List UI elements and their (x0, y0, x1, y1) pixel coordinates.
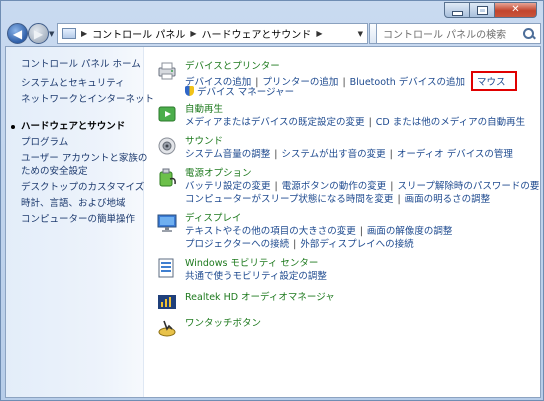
search-input[interactable]: コントロール パネルの検索 (377, 26, 522, 41)
recent-pages-dropdown-icon[interactable]: ▼ (49, 30, 54, 38)
link-separator: | (342, 77, 346, 88)
link-adjust-mobility-settings[interactable]: 共通で使うモビリティ設定の調整 (185, 271, 327, 282)
link-separator: | (293, 239, 297, 250)
power-links-row2: コンピューターがスリープ状態になる時間を変更 | 画面の明るさの調整 (185, 191, 490, 205)
one-touch-button-icon (158, 320, 176, 337)
link-separator: | (397, 194, 401, 205)
link-change-default-media-settings[interactable]: メディアまたはデバイスの既定設定の変更 (185, 117, 365, 128)
link-cd-autoplay[interactable]: CD または他のメディアの自動再生 (376, 117, 525, 128)
power-options-icon (159, 168, 176, 187)
link-separator: | (274, 149, 278, 160)
search-box[interactable]: コントロール パネルの検索 (376, 23, 541, 44)
link-connect-projector[interactable]: プロジェクターへの接続 (185, 239, 289, 250)
nav-desktop-customization[interactable]: デスクトップのカスタマイズ (21, 181, 144, 194)
sound-speaker-icon (158, 137, 176, 155)
mobility-center-title[interactable]: Windows モビリティ センター (185, 255, 318, 269)
nav-clock-language-region[interactable]: 時計、言語、および地域 (21, 197, 141, 210)
autoplay-icon (158, 106, 176, 122)
nav-user-accounts-line1[interactable]: ユーザー アカウントと家族の (21, 152, 147, 165)
display-title[interactable]: ディスプレイ (185, 210, 241, 224)
breadcrumb-separator-icon[interactable]: ▶ (316, 29, 322, 38)
selected-bullet-icon (11, 125, 15, 129)
control-panel-icon (62, 28, 76, 39)
minimize-icon (451, 10, 463, 16)
link-separator: | (368, 117, 372, 128)
devices-links-row2: デバイス マネージャー (185, 84, 294, 98)
one-touch-buttons-title[interactable]: ワンタッチボタン (185, 315, 261, 329)
link-manage-audio-devices[interactable]: オーディオ デバイスの管理 (397, 149, 513, 160)
navigation-bar: ◀ ▶ ▼ ▶ コントロール パネル ▶ ハードウェアとサウンド ▶ ▼ ↻ コ… (5, 22, 541, 46)
maximize-icon (476, 5, 488, 15)
link-change-system-sounds[interactable]: システムが出す音の変更 (281, 149, 385, 160)
autoplay-title[interactable]: 自動再生 (185, 101, 223, 115)
caption-buttons: ✕ (444, 2, 537, 18)
maximize-button[interactable] (470, 2, 495, 18)
minimize-button[interactable] (444, 2, 470, 18)
nav-ease-of-access[interactable]: コンピューターの簡単操作 (21, 213, 141, 226)
link-add-bluetooth-device[interactable]: Bluetooth デバイスの追加 (350, 77, 465, 88)
sound-title[interactable]: サウンド (185, 133, 223, 147)
breadcrumb-hardware-and-sound[interactable]: ハードウェアとサウンド (202, 26, 312, 41)
nav-control-panel-home[interactable]: コントロール パネル ホーム (21, 58, 141, 71)
left-navigation-pane: コントロール パネル ホーム システムとセキュリティ ネットワークとインターネッ… (6, 47, 154, 397)
sound-links: システム音量の調整 | システムが出す音の変更 | オーディオ デバイスの管理 (185, 146, 513, 160)
close-button[interactable]: ✕ (495, 2, 537, 18)
breadcrumb-separator-icon[interactable]: ▶ (81, 29, 87, 38)
link-adjust-system-volume[interactable]: システム音量の調整 (185, 149, 270, 160)
realtek-audio-icon (158, 295, 176, 309)
power-links-row1: バッテリ設定の変更 | 電源ボタンの動作の変更 | スリープ解除時のパスワードの要求 (185, 178, 540, 192)
devices-and-printers-title[interactable]: デバイスとプリンター (185, 58, 280, 72)
nav-programs[interactable]: プログラム (21, 136, 141, 149)
devices-and-printers-icon (158, 62, 176, 80)
mobility-center-icon (158, 258, 174, 278)
control-panel-window: ✕ ◀ ▶ ▼ ▶ コントロール パネル ▶ ハードウェアとサウンド ▶ ▼ ↻… (0, 0, 544, 401)
link-mouse[interactable]: マウス (471, 71, 517, 91)
nav-hardware-and-sound: ハードウェアとサウンド (21, 121, 126, 132)
link-adjust-screen-brightness[interactable]: 画面の明るさの調整 (405, 194, 491, 205)
power-options-title[interactable]: 電源オプション (185, 165, 252, 179)
link-separator: | (389, 149, 393, 160)
forward-button[interactable]: ▶ (28, 23, 49, 44)
link-device-manager[interactable]: デバイス マネージャー (197, 87, 294, 98)
realtek-title[interactable]: Realtek HD オーディオマネージャ (185, 289, 335, 303)
display-links-row2: プロジェクターへの接続 | 外部ディスプレイへの接続 (185, 236, 414, 250)
nav-system-and-security[interactable]: システムとセキュリティ (21, 77, 141, 90)
shield-icon (185, 86, 194, 96)
address-bar[interactable]: ▶ コントロール パネル ▶ ハードウェアとサウンド ▶ ▼ (57, 23, 368, 44)
content-area: コントロール パネル ホーム システムとセキュリティ ネットワークとインターネッ… (5, 46, 541, 398)
display-links-row1: テキストやその他の項目の大きさの変更 | 画面の解像度の調整 (185, 223, 452, 237)
breadcrumb-control-panel[interactable]: コントロール パネル (92, 26, 185, 41)
address-dropdown-icon[interactable]: ▼ (358, 30, 363, 38)
back-button[interactable]: ◀ (7, 23, 28, 44)
link-change-sleep-time[interactable]: コンピューターがスリープ状態になる時間を変更 (185, 194, 393, 205)
breadcrumb-separator-icon[interactable]: ▶ (190, 29, 196, 38)
nav-network-and-internet[interactable]: ネットワークとインターネット (21, 93, 154, 106)
search-icon[interactable] (522, 27, 536, 41)
autoplay-links: メディアまたはデバイスの既定設定の変更 | CD または他のメディアの自動再生 (185, 114, 525, 128)
display-monitor-icon (157, 214, 177, 232)
mobility-links: 共通で使うモビリティ設定の調整 (185, 268, 327, 282)
link-connect-external-display[interactable]: 外部ディスプレイへの接続 (300, 239, 413, 250)
nav-user-accounts-line2[interactable]: ための安全設定 (21, 165, 141, 178)
